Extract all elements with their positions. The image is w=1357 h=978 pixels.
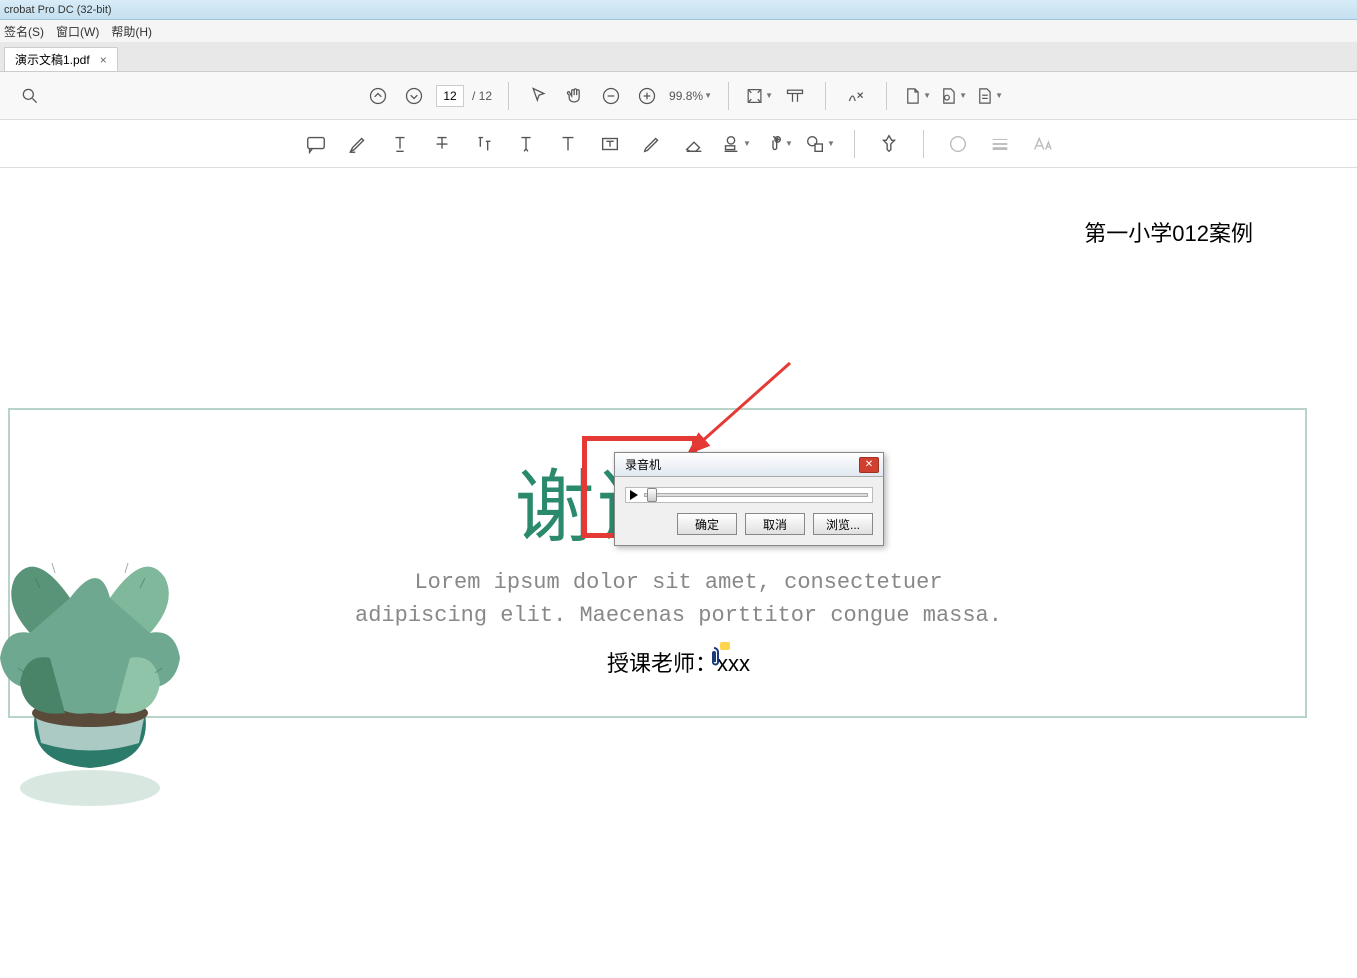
- fit-page-icon[interactable]: ▼: [745, 82, 773, 110]
- browse-button[interactable]: 浏览...: [813, 513, 873, 535]
- pin-icon[interactable]: [873, 128, 905, 160]
- strikethrough-icon[interactable]: [426, 128, 458, 160]
- separator: [508, 82, 509, 110]
- separator: [923, 130, 924, 158]
- read-mode-icon[interactable]: [781, 82, 809, 110]
- tabbar: 演示文稿1.pdf ×: [0, 42, 1357, 72]
- create-pdf-icon[interactable]: ▼: [903, 82, 931, 110]
- attach-file-icon[interactable]: ▼: [762, 128, 794, 160]
- stamp-icon[interactable]: ▼: [720, 128, 752, 160]
- separator: [886, 82, 887, 110]
- textbox-icon[interactable]: [594, 128, 626, 160]
- tab-close-icon[interactable]: ×: [100, 53, 107, 67]
- annotation-arrow: [680, 358, 800, 458]
- document-viewport[interactable]: 第一小学012案例 谢谢观赏 Lorem ipsum dolor sit ame…: [0, 168, 1357, 978]
- recorder-dialog: 录音机 ✕ 确定 取消 浏览...: [614, 452, 884, 546]
- chevron-down-icon: ▼: [743, 139, 751, 148]
- chevron-down-icon: ▼: [959, 91, 967, 100]
- dialog-close-button[interactable]: ✕: [859, 457, 879, 473]
- zoom-dropdown[interactable]: 99.8% ▼: [669, 89, 712, 103]
- line-weight-icon[interactable]: [984, 128, 1016, 160]
- attachment-paperclip-icon[interactable]: [706, 646, 722, 674]
- insert-text-icon[interactable]: [510, 128, 542, 160]
- page-header-text: 第一小学012案例: [1084, 216, 1253, 248]
- menu-help[interactable]: 帮助(H): [111, 23, 152, 40]
- chevron-down-icon: ▼: [827, 139, 835, 148]
- eraser-icon[interactable]: [678, 128, 710, 160]
- page-down-icon[interactable]: [400, 82, 428, 110]
- separator: [825, 82, 826, 110]
- select-tool-icon[interactable]: [525, 82, 553, 110]
- chevron-down-icon: ▼: [923, 91, 931, 100]
- chevron-down-icon: ▼: [765, 91, 773, 100]
- play-button-icon[interactable]: [630, 490, 638, 500]
- cancel-button[interactable]: 取消: [745, 513, 805, 535]
- highlight-icon[interactable]: [342, 128, 374, 160]
- zoom-value: 99.8%: [669, 89, 703, 103]
- chevron-down-icon: ▼: [785, 139, 793, 148]
- main-toolbar: / 12 99.8% ▼ ▼: [0, 72, 1357, 120]
- color-circle-icon[interactable]: [942, 128, 974, 160]
- separator: [854, 130, 855, 158]
- page-number-input[interactable]: [436, 85, 464, 107]
- slider-thumb[interactable]: [647, 488, 657, 502]
- separator: [728, 82, 729, 110]
- page-up-icon[interactable]: [364, 82, 392, 110]
- window-title: crobat Pro DC (32-bit): [4, 4, 112, 16]
- playback-slider[interactable]: [644, 493, 868, 497]
- playback-slider-row: [625, 487, 873, 503]
- tab-filename: 演示文稿1.pdf: [15, 51, 90, 68]
- zoom-out-icon[interactable]: [597, 82, 625, 110]
- ok-button[interactable]: 确定: [677, 513, 737, 535]
- organize-pdf-icon[interactable]: ▼: [975, 82, 1003, 110]
- page-total-label: / 12: [472, 89, 492, 103]
- pencil-icon[interactable]: [636, 128, 668, 160]
- text-tool-icon[interactable]: [552, 128, 584, 160]
- export-pdf-icon[interactable]: ▼: [939, 82, 967, 110]
- window-titlebar: crobat Pro DC (32-bit): [0, 0, 1357, 20]
- comment-icon[interactable]: [300, 128, 332, 160]
- hand-tool-icon[interactable]: [561, 82, 589, 110]
- shapes-icon[interactable]: ▼: [804, 128, 836, 160]
- underline-text-icon[interactable]: [384, 128, 416, 160]
- menubar: 签名(S) 窗口(W) 帮助(H): [0, 20, 1357, 42]
- document-tab[interactable]: 演示文稿1.pdf ×: [4, 47, 118, 71]
- replace-text-icon[interactable]: [468, 128, 500, 160]
- menu-window[interactable]: 窗口(W): [56, 23, 99, 40]
- chevron-down-icon: ▼: [704, 91, 712, 100]
- zoom-tool-icon[interactable]: [16, 82, 44, 110]
- annotation-toolbar: ▼ ▼ ▼: [0, 120, 1357, 168]
- font-icon[interactable]: [1026, 128, 1058, 160]
- zoom-in-icon[interactable]: [633, 82, 661, 110]
- menu-sign[interactable]: 签名(S): [4, 23, 44, 40]
- dialog-title-text: 录音机: [625, 456, 661, 473]
- sign-tool-icon[interactable]: [842, 82, 870, 110]
- chevron-down-icon: ▼: [995, 91, 1003, 100]
- cactus-illustration: [0, 478, 220, 818]
- dialog-titlebar[interactable]: 录音机 ✕: [615, 453, 883, 477]
